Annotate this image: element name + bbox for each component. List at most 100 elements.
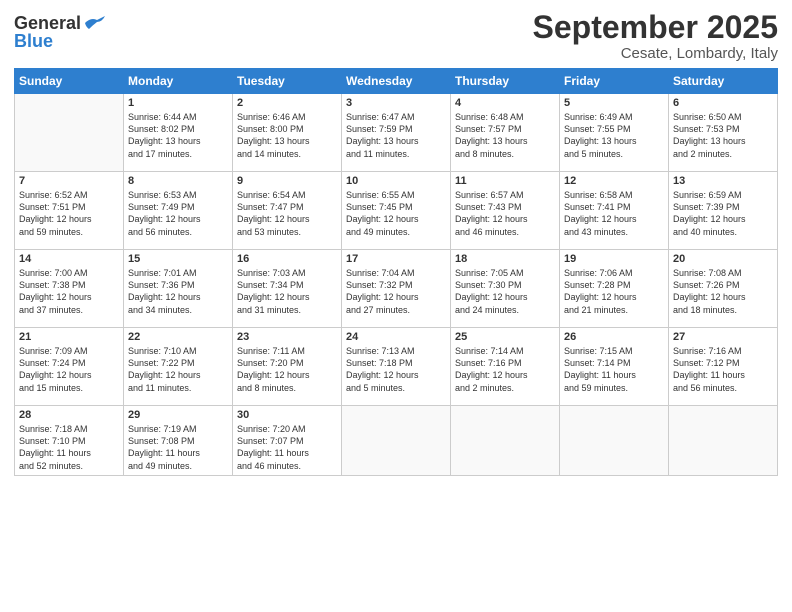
day-number: 23: [237, 331, 337, 343]
calendar-cell: 15 Sunrise: 7:01 AM Sunset: 7:36 PM Dayli…: [124, 250, 233, 328]
cell-info: Sunrise: 7:05 AM Sunset: 7:30 PM Dayligh…: [455, 267, 555, 316]
cell-info: Sunrise: 6:47 AM Sunset: 7:59 PM Dayligh…: [346, 111, 446, 160]
col-wednesday: Wednesday: [342, 69, 451, 94]
cell-info: Sunrise: 7:15 AM Sunset: 7:14 PM Dayligh…: [564, 345, 664, 394]
day-number: 20: [673, 253, 773, 265]
cell-info: Sunrise: 7:20 AM Sunset: 7:07 PM Dayligh…: [237, 423, 337, 472]
calendar-table: Sunday Monday Tuesday Wednesday Thursday…: [14, 68, 778, 476]
header: General Blue September 2025 Cesate, Lomb…: [14, 10, 778, 62]
calendar-cell: 7Sunrise: 6:52 AM Sunset: 7:51 PM Daylig…: [15, 172, 124, 250]
cell-info: Sunrise: 7:04 AM Sunset: 7:32 PM Dayligh…: [346, 267, 446, 316]
calendar-cell: 27 Sunrise: 7:16 AM Sunset: 7:12 PM Dayli…: [669, 328, 778, 406]
day-number: 13: [673, 175, 773, 187]
cell-info: Sunrise: 6:48 AM Sunset: 7:57 PM Dayligh…: [455, 111, 555, 160]
day-number: 7: [19, 175, 119, 187]
calendar-cell: 12 Sunrise: 6:58 AM Sunset: 7:41 PM Dayli…: [560, 172, 669, 250]
calendar-cell: [669, 406, 778, 476]
cell-info: Sunrise: 7:13 AM Sunset: 7:18 PM Dayligh…: [346, 345, 446, 394]
logo-bird-icon: [83, 15, 105, 31]
calendar-week-3: 14Sunrise: 7:00 AM Sunset: 7:38 PM Dayli…: [15, 250, 778, 328]
day-number: 27: [673, 331, 773, 343]
col-thursday: Thursday: [451, 69, 560, 94]
calendar-cell: 24 Sunrise: 7:13 AM Sunset: 7:18 PM Dayli…: [342, 328, 451, 406]
cell-info: Sunrise: 7:06 AM Sunset: 7:28 PM Dayligh…: [564, 267, 664, 316]
day-number: 25: [455, 331, 555, 343]
calendar-cell: 9 Sunrise: 6:54 AM Sunset: 7:47 PM Daylig…: [233, 172, 342, 250]
calendar-cell: [560, 406, 669, 476]
calendar-cell: 1 Sunrise: 6:44 AM Sunset: 8:02 PM Daylig…: [124, 94, 233, 172]
calendar-cell: 26 Sunrise: 7:15 AM Sunset: 7:14 PM Dayli…: [560, 328, 669, 406]
cell-info: Sunrise: 7:16 AM Sunset: 7:12 PM Dayligh…: [673, 345, 773, 394]
cell-info: Sunrise: 6:50 AM Sunset: 7:53 PM Dayligh…: [673, 111, 773, 160]
day-number: 18: [455, 253, 555, 265]
calendar-cell: [451, 406, 560, 476]
calendar-cell: 4 Sunrise: 6:48 AM Sunset: 7:57 PM Daylig…: [451, 94, 560, 172]
calendar-cell: 5Sunrise: 6:49 AM Sunset: 7:55 PM Daylig…: [560, 94, 669, 172]
day-number: 21: [19, 331, 119, 343]
calendar-cell: 28 Sunrise: 7:18 AM Sunset: 7:10 PM Dayli…: [15, 406, 124, 476]
calendar-cell: 29Sunrise: 7:19 AM Sunset: 7:08 PM Dayli…: [124, 406, 233, 476]
cell-info: Sunrise: 6:53 AM Sunset: 7:49 PM Dayligh…: [128, 189, 228, 238]
day-number: 6: [673, 97, 773, 109]
cell-info: Sunrise: 6:49 AM Sunset: 7:55 PM Dayligh…: [564, 111, 664, 160]
calendar-cell: 22Sunrise: 7:10 AM Sunset: 7:22 PM Dayli…: [124, 328, 233, 406]
calendar-cell: 8 Sunrise: 6:53 AM Sunset: 7:49 PM Daylig…: [124, 172, 233, 250]
cell-info: Sunrise: 7:14 AM Sunset: 7:16 PM Dayligh…: [455, 345, 555, 394]
cell-info: Sunrise: 7:00 AM Sunset: 7:38 PM Dayligh…: [19, 267, 119, 316]
col-monday: Monday: [124, 69, 233, 94]
calendar-cell: [15, 94, 124, 172]
calendar-body: 1 Sunrise: 6:44 AM Sunset: 8:02 PM Daylig…: [15, 94, 778, 476]
cell-info: Sunrise: 7:11 AM Sunset: 7:20 PM Dayligh…: [237, 345, 337, 394]
day-number: 30: [237, 409, 337, 421]
day-number: 8: [128, 175, 228, 187]
calendar-cell: 30 Sunrise: 7:20 AM Sunset: 7:07 PM Dayli…: [233, 406, 342, 476]
cell-info: Sunrise: 6:57 AM Sunset: 7:43 PM Dayligh…: [455, 189, 555, 238]
calendar-cell: 19Sunrise: 7:06 AM Sunset: 7:28 PM Dayli…: [560, 250, 669, 328]
calendar-cell: 17 Sunrise: 7:04 AM Sunset: 7:32 PM Dayli…: [342, 250, 451, 328]
calendar-cell: 2Sunrise: 6:46 AM Sunset: 8:00 PM Daylig…: [233, 94, 342, 172]
calendar-cell: 25 Sunrise: 7:14 AM Sunset: 7:16 PM Dayli…: [451, 328, 560, 406]
day-number: 2: [237, 97, 337, 109]
day-number: 12: [564, 175, 664, 187]
page-container: General Blue September 2025 Cesate, Lomb…: [0, 0, 792, 486]
day-number: 4: [455, 97, 555, 109]
calendar-cell: 16 Sunrise: 7:03 AM Sunset: 7:34 PM Dayli…: [233, 250, 342, 328]
cell-info: Sunrise: 7:01 AM Sunset: 7:36 PM Dayligh…: [128, 267, 228, 316]
calendar-cell: 6 Sunrise: 6:50 AM Sunset: 7:53 PM Daylig…: [669, 94, 778, 172]
location-title: Cesate, Lombardy, Italy: [533, 45, 778, 62]
calendar-cell: 10 Sunrise: 6:55 AM Sunset: 7:45 PM Dayli…: [342, 172, 451, 250]
day-number: 9: [237, 175, 337, 187]
cell-info: Sunrise: 6:59 AM Sunset: 7:39 PM Dayligh…: [673, 189, 773, 238]
day-number: 10: [346, 175, 446, 187]
calendar-week-4: 21Sunrise: 7:09 AM Sunset: 7:24 PM Dayli…: [15, 328, 778, 406]
col-saturday: Saturday: [669, 69, 778, 94]
day-number: 16: [237, 253, 337, 265]
calendar-cell: 3Sunrise: 6:47 AM Sunset: 7:59 PM Daylig…: [342, 94, 451, 172]
calendar-cell: 21Sunrise: 7:09 AM Sunset: 7:24 PM Dayli…: [15, 328, 124, 406]
day-number: 24: [346, 331, 446, 343]
calendar-week-5: 28 Sunrise: 7:18 AM Sunset: 7:10 PM Dayli…: [15, 406, 778, 476]
day-number: 28: [19, 409, 119, 421]
title-block: September 2025 Cesate, Lombardy, Italy: [533, 10, 778, 62]
logo-blue-text: Blue: [14, 32, 53, 50]
cell-info: Sunrise: 6:44 AM Sunset: 8:02 PM Dayligh…: [128, 111, 228, 160]
header-row: Sunday Monday Tuesday Wednesday Thursday…: [15, 69, 778, 94]
day-number: 1: [128, 97, 228, 109]
calendar-week-2: 7Sunrise: 6:52 AM Sunset: 7:51 PM Daylig…: [15, 172, 778, 250]
cell-info: Sunrise: 7:18 AM Sunset: 7:10 PM Dayligh…: [19, 423, 119, 472]
day-number: 26: [564, 331, 664, 343]
day-number: 15: [128, 253, 228, 265]
cell-info: Sunrise: 6:55 AM Sunset: 7:45 PM Dayligh…: [346, 189, 446, 238]
day-number: 17: [346, 253, 446, 265]
logo-general-text: General: [14, 14, 81, 32]
day-number: 11: [455, 175, 555, 187]
cell-info: Sunrise: 6:54 AM Sunset: 7:47 PM Dayligh…: [237, 189, 337, 238]
month-title: September 2025: [533, 10, 778, 45]
calendar-cell: 13 Sunrise: 6:59 AM Sunset: 7:39 PM Dayli…: [669, 172, 778, 250]
cell-info: Sunrise: 6:58 AM Sunset: 7:41 PM Dayligh…: [564, 189, 664, 238]
calendar-cell: 11 Sunrise: 6:57 AM Sunset: 7:43 PM Dayli…: [451, 172, 560, 250]
logo: General Blue: [14, 14, 105, 50]
col-friday: Friday: [560, 69, 669, 94]
cell-info: Sunrise: 7:03 AM Sunset: 7:34 PM Dayligh…: [237, 267, 337, 316]
calendar-cell: 18 Sunrise: 7:05 AM Sunset: 7:30 PM Dayli…: [451, 250, 560, 328]
